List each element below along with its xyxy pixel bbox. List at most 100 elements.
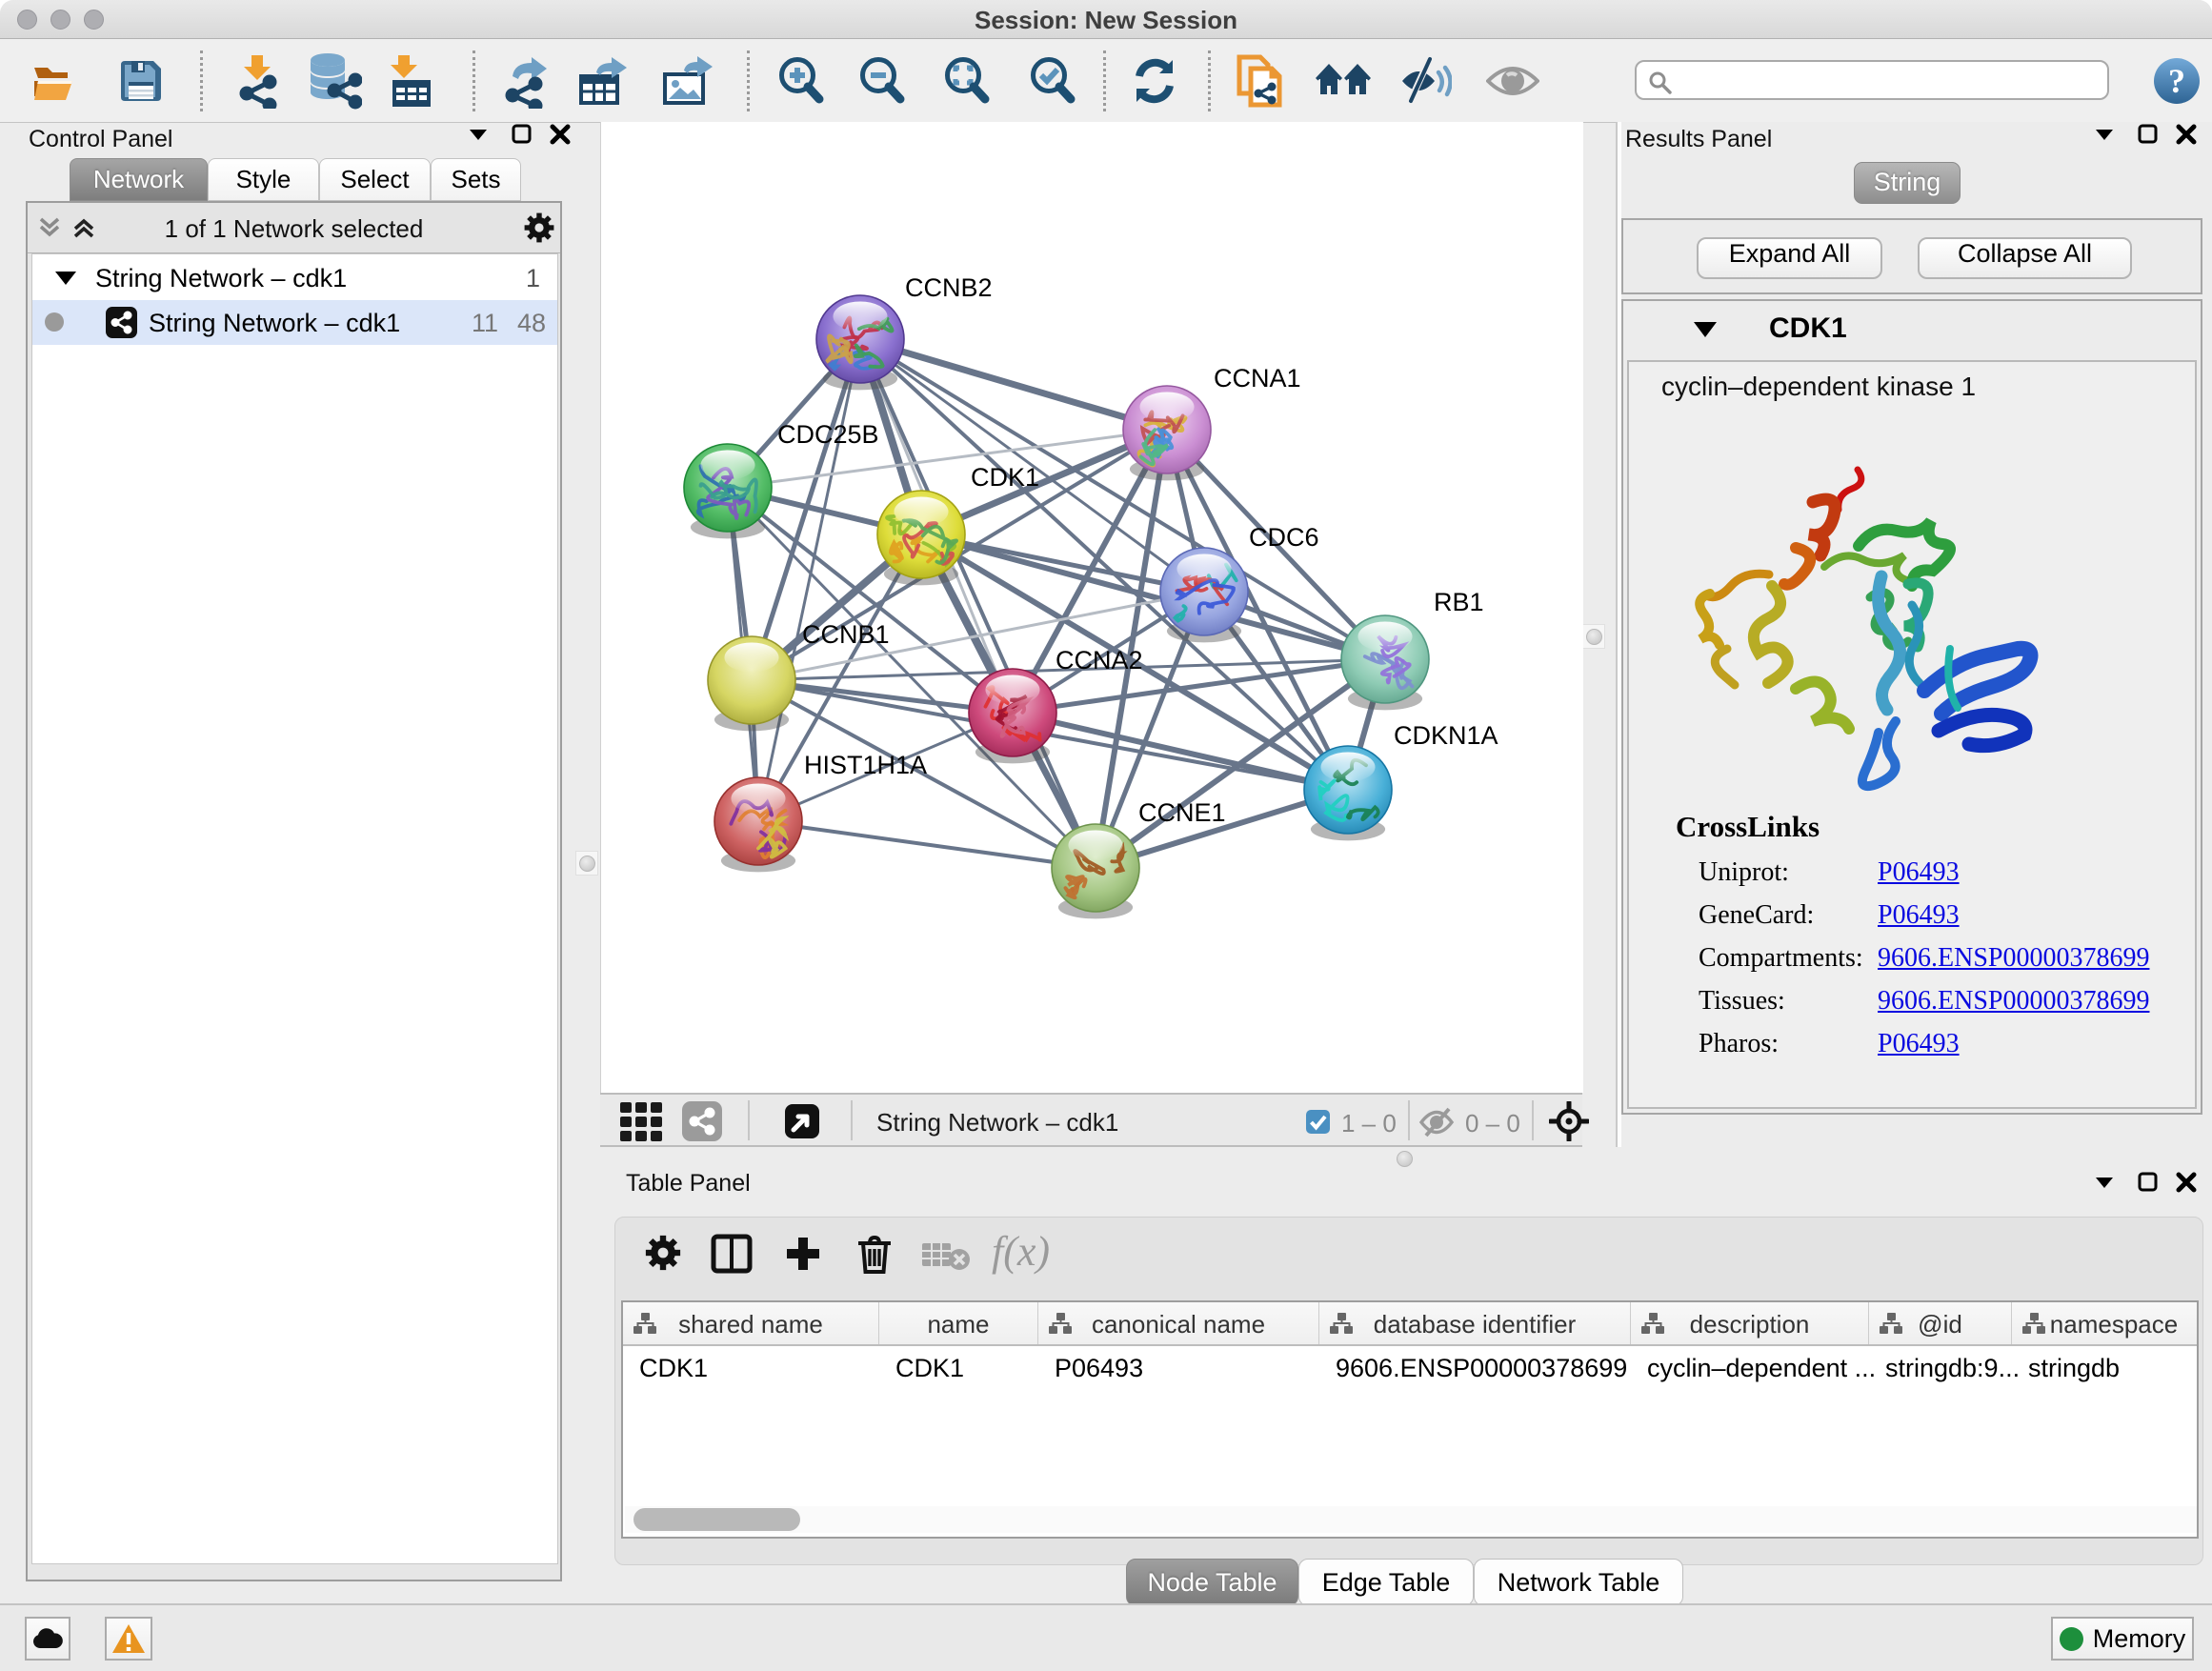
table-cell[interactable]: 9606.ENSP00000378699 <box>1336 1354 1627 1383</box>
maximize-panel-icon[interactable] <box>2136 1170 2161 1195</box>
collapse-section-icon[interactable] <box>1692 318 1719 341</box>
crosshair-icon[interactable] <box>1549 1101 1589 1141</box>
right-splitter-handle[interactable] <box>1582 624 1605 649</box>
float-panel-icon[interactable] <box>2092 122 2117 147</box>
zoom-out-button[interactable] <box>856 39 908 122</box>
clone-network-button[interactable] <box>1236 39 1287 122</box>
memory-button[interactable]: Memory <box>2051 1617 2194 1661</box>
zoom-selected-button[interactable] <box>1027 39 1078 122</box>
float-panel-icon[interactable] <box>466 122 491 147</box>
close-panel-icon[interactable] <box>2174 122 2199 147</box>
crosslink-link[interactable]: 9606.ENSP00000378699 <box>1878 943 2149 974</box>
hidden-count-label: 0 – 0 <box>1465 1109 1520 1138</box>
birds-eye-view-icon[interactable] <box>784 1103 820 1139</box>
table-cell[interactable]: P06493 <box>1055 1354 1143 1383</box>
network-canvas[interactable]: CCNB2CCNA1CDC25BCDK1CDC6RB1CCNB1CCNA2CDK… <box>600 122 1583 1093</box>
float-panel-icon[interactable] <box>2092 1170 2117 1195</box>
expander-icon[interactable] <box>53 268 78 289</box>
warnings-button[interactable] <box>105 1617 152 1661</box>
function-builder-icon[interactable]: f(x) <box>992 1229 1058 1277</box>
crosslink-link[interactable]: 9606.ENSP00000378699 <box>1878 986 2149 1017</box>
export-network-button[interactable] <box>499 39 554 122</box>
gear-icon[interactable] <box>523 211 555 244</box>
left-splitter-handle[interactable] <box>575 851 598 876</box>
close-panel-icon[interactable] <box>2174 1170 2199 1195</box>
edge-CCNB2-CCNA1[interactable] <box>860 339 1167 430</box>
show-graphics-details-button[interactable] <box>1486 39 1539 122</box>
network-collection-row[interactable]: String Network – cdk1 1 <box>32 255 557 300</box>
edge-CCNB2-CCNE1[interactable] <box>860 339 1096 868</box>
search-field[interactable] <box>1635 60 2109 100</box>
column-header-@id[interactable]: @id <box>1869 1302 2012 1344</box>
table-cell[interactable]: CDK1 <box>895 1354 964 1383</box>
column-header-shared-name[interactable]: shared name <box>623 1302 879 1344</box>
tab-network-table[interactable]: Network Table <box>1474 1559 1683 1606</box>
crosslink-label: Tissues: <box>1699 986 1785 1016</box>
delete-table-icon[interactable] <box>922 1241 970 1270</box>
warning-icon <box>111 1623 146 1654</box>
tab-style[interactable]: Style <box>208 158 319 201</box>
crosslink-link[interactable]: P06493 <box>1878 857 1960 888</box>
column-header-description[interactable]: description <box>1631 1302 1869 1344</box>
save-session-button[interactable] <box>116 39 166 122</box>
split-columns-icon[interactable] <box>711 1234 753 1274</box>
horizontal-scrollbar[interactable] <box>625 1506 2197 1533</box>
show-all-button[interactable] <box>1315 39 1372 122</box>
maximize-panel-icon[interactable] <box>2136 122 2161 147</box>
node-CCNE1[interactable]: CCNE1 <box>1052 798 1226 918</box>
expand-all-button[interactable]: Expand All <box>1697 237 1882 279</box>
fit-content-button[interactable] <box>941 39 993 122</box>
network-row-selected[interactable]: String Network – cdk1 11 48 <box>32 300 557 345</box>
zoom-in-button[interactable] <box>775 39 827 122</box>
node-HIST1H1A[interactable]: HIST1H1A <box>714 751 927 872</box>
column-header-database-identifier[interactable]: database identifier <box>1319 1302 1631 1344</box>
maximize-panel-icon[interactable] <box>510 122 534 147</box>
tab-edge-table[interactable]: Edge Table <box>1298 1559 1474 1606</box>
grid-view-icon[interactable] <box>619 1100 663 1142</box>
node-label-CCNA1: CCNA1 <box>1214 364 1301 393</box>
network-view-icon[interactable] <box>681 1100 723 1142</box>
protein-section-header[interactable]: CDK1 <box>1623 301 2201 360</box>
tab-string[interactable]: String <box>1854 162 1961 204</box>
tab-node-table[interactable]: Node Table <box>1126 1559 1298 1606</box>
refresh-view-button[interactable] <box>1130 39 1179 122</box>
cloud-button[interactable] <box>25 1617 70 1661</box>
edge-HIST1H1A-CCNE1[interactable] <box>758 821 1096 868</box>
import-network-from-database-button[interactable] <box>303 39 362 122</box>
open-session-button[interactable] <box>29 39 78 122</box>
close-panel-icon[interactable] <box>548 122 573 147</box>
table-cell[interactable]: stringdb:9... <box>1885 1354 2020 1383</box>
tab-select[interactable]: Select <box>319 158 431 201</box>
node-CDKN1A[interactable]: CDKN1A <box>1304 721 1498 840</box>
collapse-all-button[interactable]: Collapse All <box>1918 237 2132 279</box>
bottom-splitter-handle[interactable] <box>1394 1147 1415 1170</box>
tab-network[interactable]: Network <box>70 158 208 201</box>
protein-name: CDK1 <box>1769 312 1847 345</box>
node-CCNA1[interactable]: CCNA1 <box>1123 364 1301 480</box>
collection-name: String Network – cdk1 <box>95 264 347 293</box>
help-button[interactable]: ? <box>2152 39 2202 122</box>
delete-column-icon[interactable] <box>855 1234 894 1276</box>
column-header-name[interactable]: name <box>879 1302 1038 1344</box>
selected-checkbox-icon[interactable] <box>1305 1109 1331 1135</box>
add-column-icon[interactable] <box>783 1234 823 1274</box>
table-cell[interactable]: stringdb <box>2028 1354 2120 1383</box>
table-settings-gear-icon[interactable] <box>644 1234 682 1272</box>
search-input[interactable] <box>1679 64 2101 98</box>
column-header-namespace[interactable]: namespace <box>2012 1302 2199 1344</box>
network-graph: CCNB2CCNA1CDC25BCDK1CDC6RB1CCNB1CCNA2CDK… <box>601 122 1583 1093</box>
crosslink-link[interactable]: P06493 <box>1878 900 1960 931</box>
tab-sets[interactable]: Sets <box>431 158 521 201</box>
table-cell[interactable]: cyclin–dependent ... <box>1647 1354 1876 1383</box>
crosslink-link[interactable]: P06493 <box>1878 1029 1960 1059</box>
column-header-canonical-name[interactable]: canonical name <box>1038 1302 1319 1344</box>
node-RB1[interactable]: RB1 <box>1341 588 1484 710</box>
scrollbar-thumb[interactable] <box>633 1508 800 1531</box>
import-network-button[interactable] <box>231 39 284 122</box>
table-cell[interactable]: CDK1 <box>639 1354 708 1383</box>
import-table-button[interactable] <box>383 39 436 122</box>
column-header-label: @id <box>1869 1310 2011 1339</box>
export-table-button[interactable] <box>575 39 631 122</box>
export-image-button[interactable] <box>659 39 714 122</box>
hide-selected-button[interactable] <box>1400 39 1452 122</box>
